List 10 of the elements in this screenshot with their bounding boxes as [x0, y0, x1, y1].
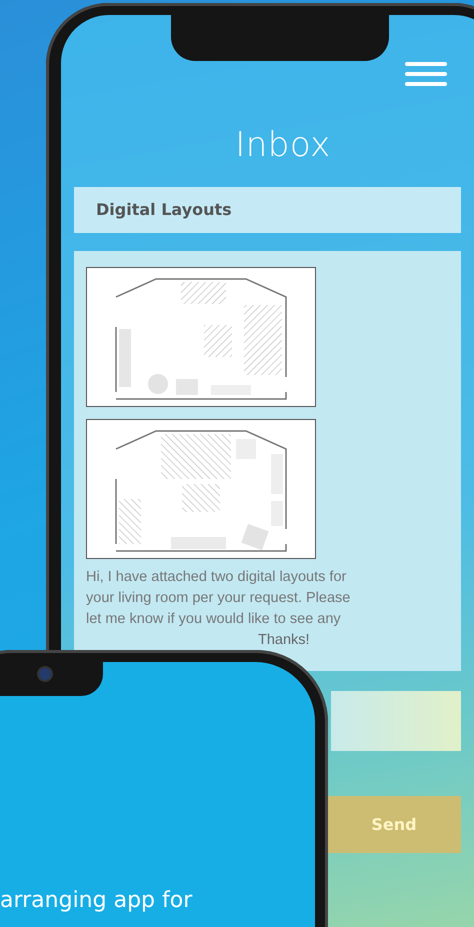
message-line: Hi, I have attached two digital layouts for — [86, 568, 348, 587]
send-button[interactable]: Send — [327, 796, 461, 853]
message-line: let me know if you would like to see any — [86, 610, 342, 629]
message-line: your living room per your request. Please — [86, 589, 352, 608]
subject-bar: Digital Layouts — [74, 187, 461, 233]
reply-field[interactable] — [331, 691, 461, 751]
screen-title: Inbox — [235, 125, 331, 165]
message-text: Thanks! — [258, 631, 310, 650]
menu-icon[interactable] — [405, 62, 447, 86]
tagline-text: arranging app for — [0, 888, 192, 913]
